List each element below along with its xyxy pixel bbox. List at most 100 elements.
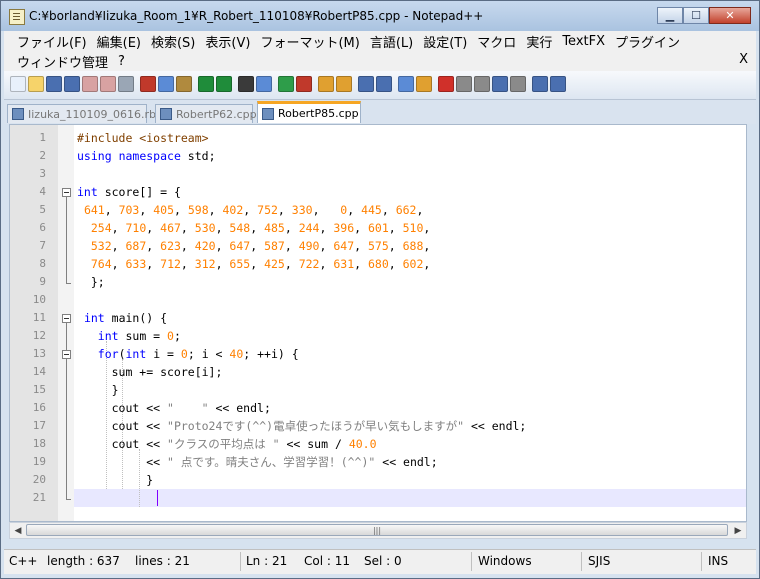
code-line[interactable]: 8 764, 633, 712, 312, 655, 425, 722, 631… xyxy=(10,255,746,273)
menu-item-11[interactable]: ウィンドウ管理 xyxy=(13,52,114,71)
code-line[interactable]: 17 cout << "Proto24です(^^)電卓使ったほうが早い気もします… xyxy=(10,417,746,435)
run-macro-multiple-icon[interactable] xyxy=(492,76,508,92)
code-line[interactable]: 9 }; xyxy=(10,273,746,291)
title-bar[interactable]: C:¥borland¥Iizuka_Room_1¥R_Robert_110108… xyxy=(1,1,759,31)
code-token: , xyxy=(284,221,299,235)
save-all-icon[interactable] xyxy=(64,76,80,92)
copy-icon[interactable] xyxy=(158,76,174,92)
code-line[interactable]: 21 xyxy=(10,489,746,507)
line-number: 5 xyxy=(39,203,46,216)
menu-item-8[interactable]: 実行 xyxy=(522,32,558,51)
indent-guide-icon[interactable] xyxy=(398,76,414,92)
code-line[interactable]: 14 sum += score[i]; xyxy=(10,363,746,381)
close-button[interactable]: ✕ xyxy=(709,7,751,24)
code-editor[interactable]: 1 #include <iostream> 2 using namespace std… xyxy=(9,124,747,522)
code-token: 688 xyxy=(402,239,424,253)
zoom-out-icon[interactable] xyxy=(296,76,312,92)
line-number: 1 xyxy=(39,131,46,144)
menu-item-10[interactable]: プラグイン xyxy=(611,32,686,51)
cut-icon[interactable] xyxy=(140,76,156,92)
code-line[interactable]: 3 xyxy=(10,165,746,183)
close-icon[interactable] xyxy=(82,76,98,92)
line-number: 16 xyxy=(32,401,46,414)
print-icon[interactable] xyxy=(118,76,134,92)
tab-robertp85[interactable]: RobertP85.cpp xyxy=(257,101,361,123)
code-line[interactable]: 18 cout << "クラスの平均点は " << sum / 40.0 xyxy=(10,435,746,453)
save-icon[interactable] xyxy=(46,76,62,92)
user-lang-icon[interactable] xyxy=(416,76,432,92)
status-eol: Windows xyxy=(478,554,532,568)
close-all-icon[interactable] xyxy=(100,76,116,92)
code-line[interactable]: 1 #include <iostream> xyxy=(10,129,746,147)
code-line[interactable]: 10 xyxy=(10,291,746,309)
code-line[interactable]: 20 } xyxy=(10,471,746,489)
menu-close-doc-button[interactable]: X xyxy=(739,52,748,67)
code-token: 312 xyxy=(194,257,216,271)
stop-record-icon[interactable] xyxy=(456,76,472,92)
menu-row-2: ウィンドウ管理? xyxy=(13,51,131,71)
code-line[interactable]: 19 << " 点です。晴夫さん、学習学習！(^^)" << endl; xyxy=(10,453,746,471)
code-line[interactable]: 2 using namespace std; xyxy=(10,147,746,165)
code-line[interactable]: 12 int sum = 0; xyxy=(10,327,746,345)
sync-vertical-icon[interactable] xyxy=(318,76,334,92)
horizontal-scrollbar[interactable]: ◀ ||| ▶ xyxy=(9,522,747,539)
tab-iizuka-rb[interactable]: Iizuka_110109_0616.rb xyxy=(7,104,156,123)
show-all-chars-icon[interactable] xyxy=(376,76,392,92)
new-file-icon[interactable] xyxy=(10,76,26,92)
replace-icon[interactable] xyxy=(256,76,272,92)
maximize-button[interactable]: ☐ xyxy=(683,7,709,24)
file-icon xyxy=(160,108,172,120)
menu-bar: ファイル(F) 編集(E) 検索(S) 表示(V) フォーマット(M) 言語(L) 設定(T… xyxy=(4,31,756,71)
code-token: 655 xyxy=(229,257,251,271)
minimize-icon: ▁ xyxy=(665,9,675,22)
line-code: for(int i = 0; i < 40; ++i) { xyxy=(77,345,299,363)
minimize-button[interactable]: ▁ xyxy=(657,7,683,24)
code-line[interactable]: 6 254, 710, 467, 530, 548, 485, 244, 396… xyxy=(10,219,746,237)
open-file-icon[interactable] xyxy=(28,76,44,92)
scroll-right-icon[interactable]: ▶ xyxy=(730,523,746,538)
record-macro-icon[interactable] xyxy=(438,76,454,92)
line-code: int main() { xyxy=(77,309,167,327)
menu-item-0[interactable]: ファイル(F) xyxy=(13,32,93,51)
find-icon[interactable] xyxy=(238,76,254,92)
paste-icon[interactable] xyxy=(176,76,192,92)
sync-horizontal-icon[interactable] xyxy=(336,76,352,92)
menu-item-3[interactable]: 表示(V) xyxy=(201,32,256,51)
menu-item-12[interactable]: ? xyxy=(114,54,131,69)
code-token: } xyxy=(77,383,119,397)
code-line[interactable]: 15 } xyxy=(10,381,746,399)
code-line[interactable]: 7 532, 687, 623, 420, 647, 587, 490, 647… xyxy=(10,237,746,255)
menu-item-6[interactable]: 設定(T) xyxy=(419,32,473,51)
menu-item-4[interactable]: フォーマット(M) xyxy=(256,32,365,51)
code-line[interactable]: 4 int score[] = { xyxy=(10,183,746,201)
line-code: 254, 710, 467, 530, 548, 485, 244, 396, … xyxy=(77,219,430,237)
status-mode: INS xyxy=(708,554,729,568)
code-line[interactable]: 11 int main() { xyxy=(10,309,746,327)
word-wrap-icon[interactable] xyxy=(358,76,374,92)
line-code: sum += score[i]; xyxy=(77,363,223,381)
redo-icon[interactable] xyxy=(216,76,232,92)
code-token: 396 xyxy=(333,221,355,235)
menu-item-5[interactable]: 言語(L) xyxy=(366,32,419,51)
line-number: 4 xyxy=(39,185,46,198)
menu-item-9[interactable]: TextFX xyxy=(558,34,611,49)
code-line[interactable]: 16 cout << " " << endl; xyxy=(10,399,746,417)
play-macro-icon[interactable] xyxy=(474,76,490,92)
menu-item-1[interactable]: 編集(E) xyxy=(93,32,147,51)
undo-icon[interactable] xyxy=(198,76,214,92)
code-token: , xyxy=(319,257,334,271)
menu-item-7[interactable]: マクロ xyxy=(473,32,522,51)
tab-robertp62[interactable]: RobertP62.cpp xyxy=(155,104,257,123)
code-line[interactable]: 13 for(int i = 0; i < 40; ++i) { xyxy=(10,345,746,363)
code-line[interactable]: 5 641, 703, 405, 598, 402, 752, 330, 0, … xyxy=(10,201,746,219)
menu-item-2[interactable]: 検索(S) xyxy=(147,32,201,51)
line-number: 6 xyxy=(39,221,46,234)
zoom-in-icon[interactable] xyxy=(278,76,294,92)
scroll-thumb[interactable]: ||| xyxy=(26,524,728,536)
tb-up2-icon[interactable] xyxy=(550,76,566,92)
tb-up-icon[interactable] xyxy=(532,76,548,92)
code-token: 623 xyxy=(160,239,181,253)
scroll-left-icon[interactable]: ◀ xyxy=(10,523,26,538)
save-macro-icon[interactable] xyxy=(510,76,526,92)
